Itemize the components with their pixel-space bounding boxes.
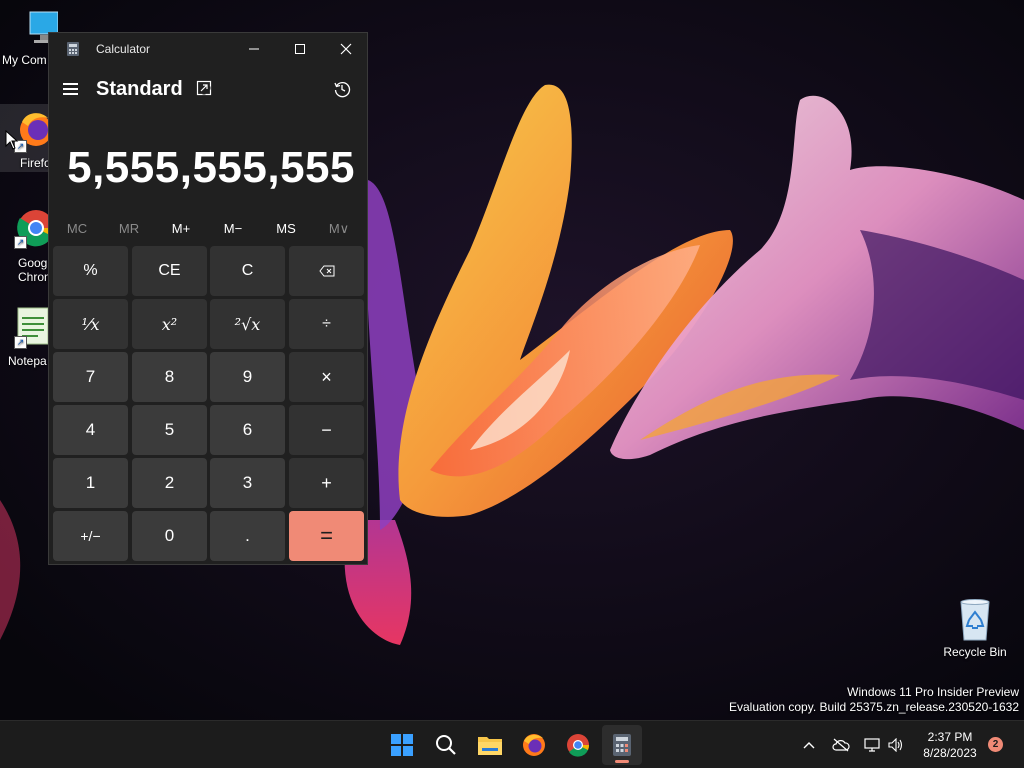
digit-1-key[interactable]: 1: [53, 458, 128, 508]
file-explorer-icon: [478, 737, 502, 755]
running-indicator: [615, 760, 629, 763]
calculator-header: Standard: [49, 69, 367, 109]
memory-clear-button[interactable]: MC: [51, 221, 103, 236]
calculator-app-icon: [67, 42, 79, 56]
reciprocal-key[interactable]: ¹⁄x: [53, 299, 128, 349]
close-icon: [340, 43, 352, 55]
digit-8-key[interactable]: 8: [132, 352, 207, 402]
minimize-button[interactable]: [231, 33, 277, 65]
taskbar-clock[interactable]: 2:37 PM 8/28/2023: [918, 729, 982, 761]
cloud-offline-icon: [832, 738, 850, 752]
calculator-mode-title: Standard: [96, 78, 183, 100]
memory-store-button[interactable]: MS: [260, 221, 312, 236]
shortcut-arrow-icon: ↗: [14, 336, 27, 349]
digit-4-key[interactable]: 4: [53, 405, 128, 455]
desktop-icon-recycle-bin[interactable]: Recycle Bin: [940, 598, 1010, 659]
square-key[interactable]: x²: [132, 299, 207, 349]
taskbar: 2:37 PM 8/28/2023 2: [0, 720, 1024, 768]
search-button[interactable]: [426, 725, 466, 765]
chevron-up-icon: [803, 742, 815, 749]
evaluation-watermark: Windows 11 Pro Insider Preview Evaluatio…: [729, 685, 1019, 715]
recycle-bin-label: Recycle Bin: [943, 645, 1007, 659]
keep-on-top-icon[interactable]: [196, 80, 212, 96]
title-bar[interactable]: Calculator: [49, 33, 367, 65]
calculator-icon: [613, 734, 631, 756]
firefox-icon: [523, 734, 545, 756]
show-hidden-icons-button[interactable]: [799, 735, 819, 755]
memory-recall-button[interactable]: MR: [103, 221, 155, 236]
start-button[interactable]: [382, 725, 422, 765]
clock-date: 8/28/2023: [923, 746, 977, 760]
memory-controls: MC MR M+ M− MS M∨: [49, 215, 367, 243]
taskbar-calculator[interactable]: [602, 725, 642, 765]
clock-time: 2:37 PM: [927, 730, 973, 744]
chrome-icon: [567, 734, 590, 757]
percent-key[interactable]: %: [53, 246, 128, 296]
mouse-cursor-icon: [5, 130, 19, 150]
divide-key[interactable]: ÷: [289, 299, 364, 349]
window-title: Calculator: [96, 42, 151, 56]
equals-key[interactable]: =: [289, 511, 364, 561]
memory-list-button[interactable]: M∨: [313, 221, 365, 237]
backspace-key[interactable]: [289, 246, 364, 296]
digit-3-key[interactable]: 3: [210, 458, 285, 508]
close-button[interactable]: [323, 33, 369, 65]
desktop-icon-label: Notepa: [8, 354, 47, 368]
history-icon[interactable]: [333, 80, 351, 98]
navigation-menu-button[interactable]: [63, 77, 79, 101]
multiply-key[interactable]: ×: [289, 352, 364, 402]
minimize-icon: [249, 48, 259, 50]
clear-key[interactable]: C: [210, 246, 285, 296]
clear-entry-key[interactable]: CE: [132, 246, 207, 296]
shortcut-arrow-icon: ↗: [14, 236, 27, 249]
watermark-line-2: Evaluation copy. Build 25375.zn_release.…: [729, 700, 1019, 714]
add-key[interactable]: +: [289, 458, 364, 508]
square-root-key[interactable]: ²√x: [210, 299, 285, 349]
taskbar-firefox[interactable]: [514, 725, 554, 765]
digit-2-key[interactable]: 2: [132, 458, 207, 508]
notification-badge[interactable]: 2: [988, 737, 1003, 752]
desktop-icon-label: Chron: [18, 270, 51, 284]
speaker-icon: [888, 738, 903, 752]
negate-key[interactable]: +/−: [53, 511, 128, 561]
result-display: 5,555,555,555: [67, 143, 355, 192]
square-root-key-label: ²√x: [234, 314, 261, 334]
search-icon: [436, 735, 456, 755]
start-icon: [391, 734, 413, 756]
network-icon: [864, 738, 880, 752]
digit-5-key[interactable]: 5: [132, 405, 207, 455]
digit-0-key[interactable]: 0: [132, 511, 207, 561]
square-key-label: x²: [161, 314, 178, 334]
decimal-point-key[interactable]: .: [210, 511, 285, 561]
desktop-icon-label: Firefo: [20, 156, 51, 170]
digit-9-key[interactable]: 9: [210, 352, 285, 402]
maximize-icon: [295, 44, 305, 54]
maximize-button[interactable]: [277, 33, 323, 65]
desktop-icon-label: Goog: [18, 256, 48, 270]
network-tray-button[interactable]: [862, 735, 882, 755]
calculator-window[interactable]: Calculator Standard 5,555,555,555 MC MR: [48, 32, 368, 565]
subtract-key[interactable]: −: [289, 405, 364, 455]
backspace-icon: [318, 265, 334, 277]
onedrive-tray-button[interactable]: [831, 735, 851, 755]
digit-7-key[interactable]: 7: [53, 352, 128, 402]
taskbar-chrome[interactable]: [558, 725, 598, 765]
watermark-line-1: Windows 11 Pro Insider Preview: [847, 685, 1019, 699]
volume-tray-button[interactable]: [886, 735, 906, 755]
reciprocal-key-label: ¹⁄x: [81, 314, 100, 334]
memory-subtract-button[interactable]: M−: [207, 221, 259, 236]
digit-6-key[interactable]: 6: [210, 405, 285, 455]
taskbar-file-explorer[interactable]: [470, 725, 510, 765]
memory-add-button[interactable]: M+: [155, 221, 207, 236]
recycle-bin-icon: [960, 599, 990, 641]
